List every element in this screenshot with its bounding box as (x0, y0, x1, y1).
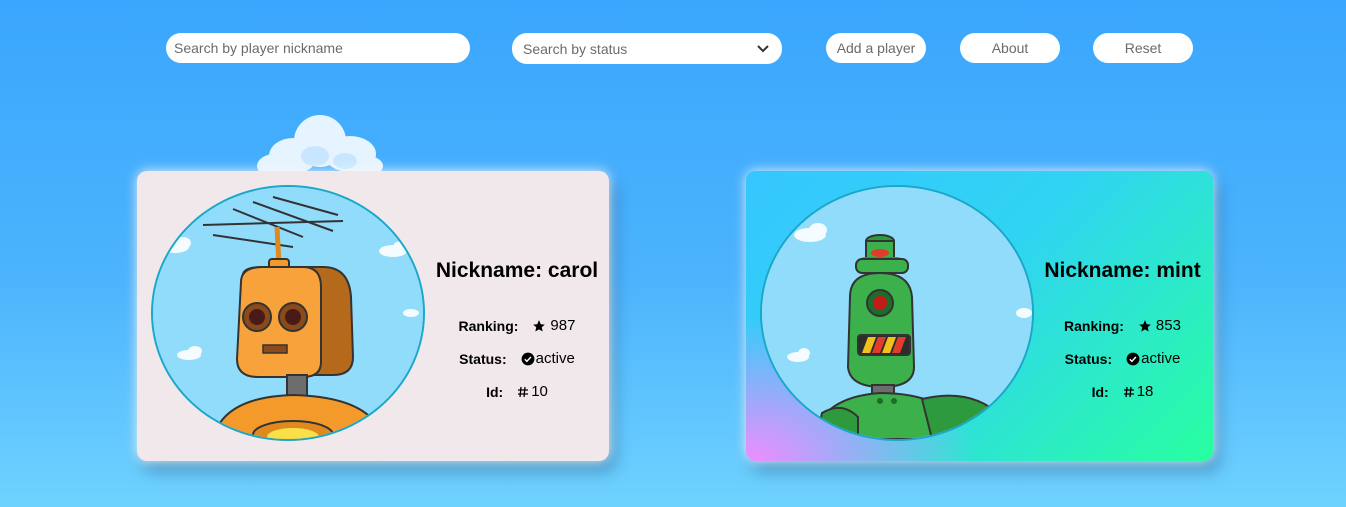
id-value: 10 (531, 383, 548, 400)
id-row: Id: 18 (1032, 383, 1213, 400)
player-info: Nickname: mint Ranking: 853 Status: acti… (1032, 171, 1213, 461)
id-value: 18 (1136, 383, 1154, 400)
reset-button[interactable]: Reset (1093, 33, 1193, 63)
status-row: Status: active (1032, 350, 1213, 367)
id-label: Id: (486, 383, 504, 400)
ranking-label: Ranking: (1064, 317, 1124, 334)
check-circle-icon (521, 352, 535, 366)
check-circle-icon (1126, 352, 1140, 366)
player-nickname: Nickname: mint (1044, 259, 1201, 282)
hash-icon (517, 386, 529, 398)
orange-robot-illustration (153, 187, 423, 439)
about-button[interactable]: About (960, 33, 1060, 63)
hash-icon (1123, 386, 1135, 398)
chevron-down-icon (755, 41, 771, 57)
nickname-search-input[interactable] (166, 33, 470, 63)
player-avatar (760, 185, 1034, 441)
id-row: Id: 10 (425, 383, 609, 400)
status-label: Status: (1064, 350, 1113, 367)
player-avatar (151, 185, 425, 441)
toolbar: Search by status Add a player About Rese… (0, 33, 1346, 64)
ranking-row: Ranking: 987 (425, 317, 609, 334)
star-icon (532, 319, 546, 333)
player-nickname: Nickname: carol (435, 259, 599, 282)
ranking-value: 853 (1155, 317, 1181, 334)
green-robot-illustration (762, 187, 1032, 439)
status-select[interactable]: Search by status (512, 33, 782, 64)
player-info: Nickname: carol Ranking: 987 Status: act… (425, 171, 609, 461)
id-label: Id: (1091, 383, 1109, 400)
status-label: Status: (459, 350, 507, 367)
status-row: Status: active (425, 350, 609, 367)
cloud-decoration (257, 115, 383, 176)
ranking-label: Ranking: (458, 317, 519, 334)
player-card[interactable]: Nickname: carol Ranking: 987 Status: act… (137, 171, 609, 461)
status-value: active (535, 350, 575, 367)
ranking-value: 987 (550, 317, 576, 334)
status-value: active (1141, 350, 1181, 367)
status-select-value: Search by status (523, 40, 628, 57)
add-player-button[interactable]: Add a player (826, 33, 926, 63)
player-card[interactable]: Nickname: mint Ranking: 853 Status: acti… (746, 171, 1213, 461)
ranking-row: Ranking: 853 (1032, 317, 1213, 334)
star-icon (1138, 319, 1152, 333)
